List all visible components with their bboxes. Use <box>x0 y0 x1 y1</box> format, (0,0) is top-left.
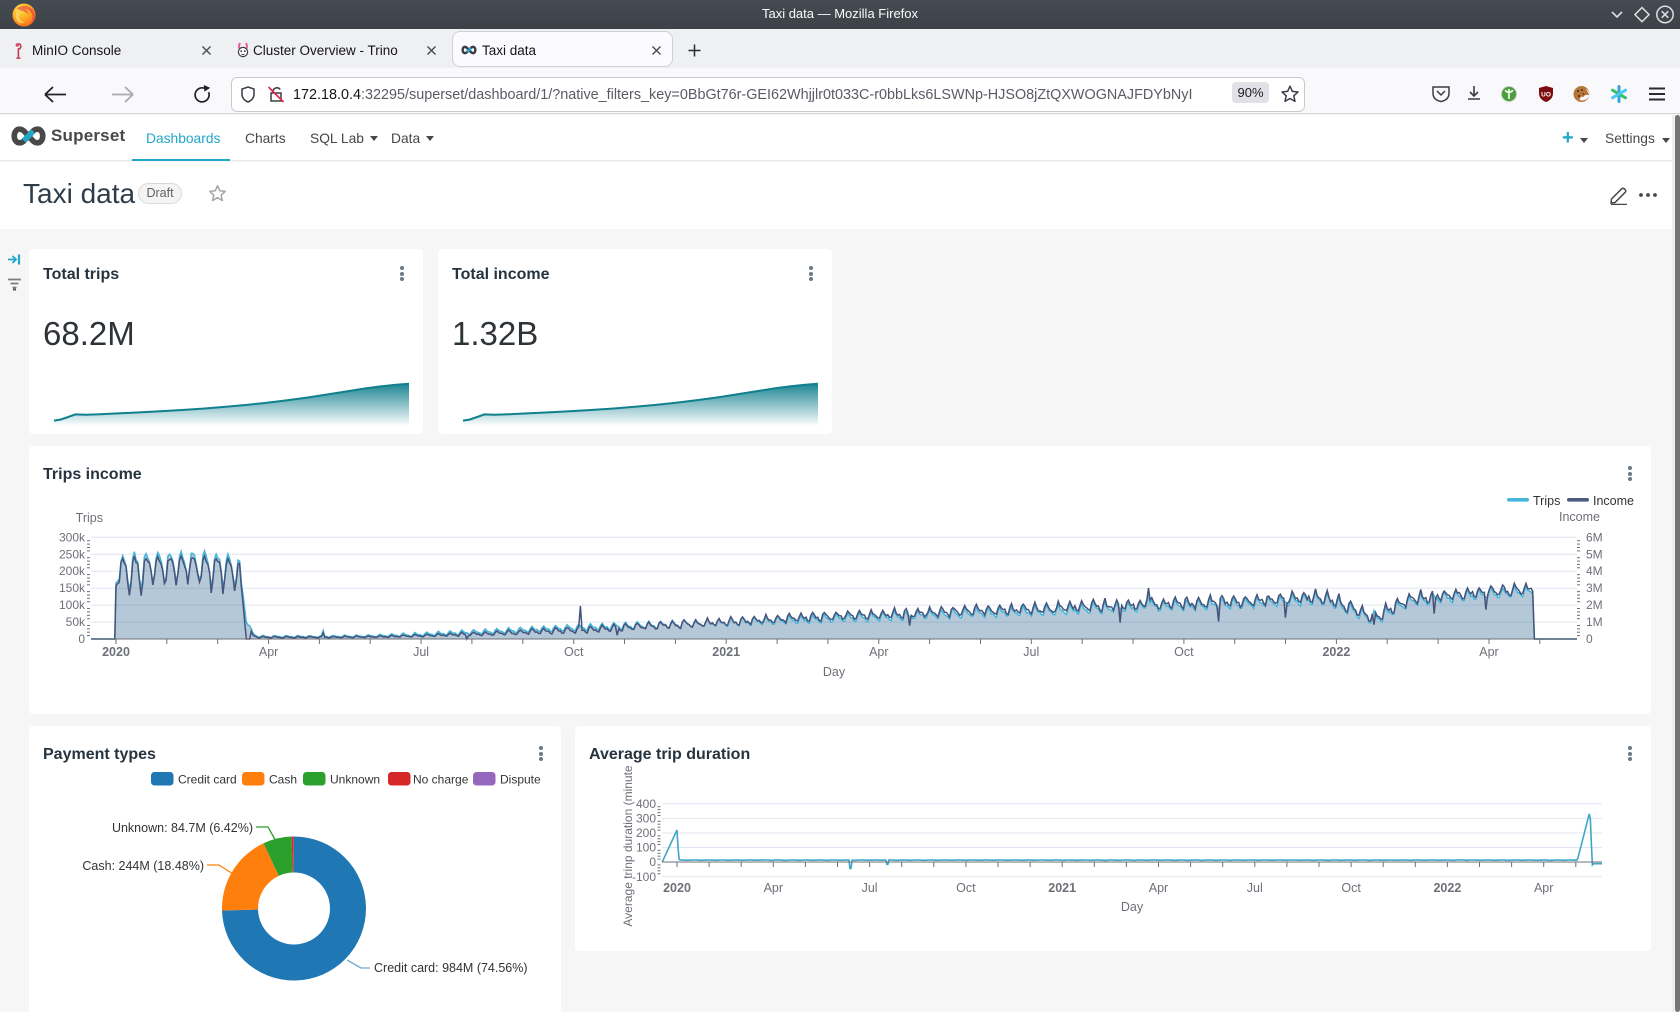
svg-text:-100: -100 <box>632 870 656 884</box>
svg-text:Apr: Apr <box>1149 881 1168 895</box>
svg-text:Day: Day <box>1121 900 1144 914</box>
svg-text:Apr: Apr <box>1534 881 1553 895</box>
svg-text:Jul: Jul <box>862 881 878 895</box>
svg-text:Apr: Apr <box>764 881 783 895</box>
svg-text:400: 400 <box>636 797 656 811</box>
svg-text:2021: 2021 <box>1048 881 1076 895</box>
svg-text:0: 0 <box>649 855 656 869</box>
svg-text:Oct: Oct <box>956 881 976 895</box>
svg-text:2020: 2020 <box>663 881 691 895</box>
svg-text:Oct: Oct <box>1341 881 1361 895</box>
svg-text:100: 100 <box>636 841 656 855</box>
svg-text:200: 200 <box>636 826 656 840</box>
svg-text:2022: 2022 <box>1433 881 1461 895</box>
svg-text:Average trinp duration (minute: Average trinp duration (minute <box>621 765 635 927</box>
svg-text:300: 300 <box>636 811 656 825</box>
svg-text:Jul: Jul <box>1247 881 1263 895</box>
